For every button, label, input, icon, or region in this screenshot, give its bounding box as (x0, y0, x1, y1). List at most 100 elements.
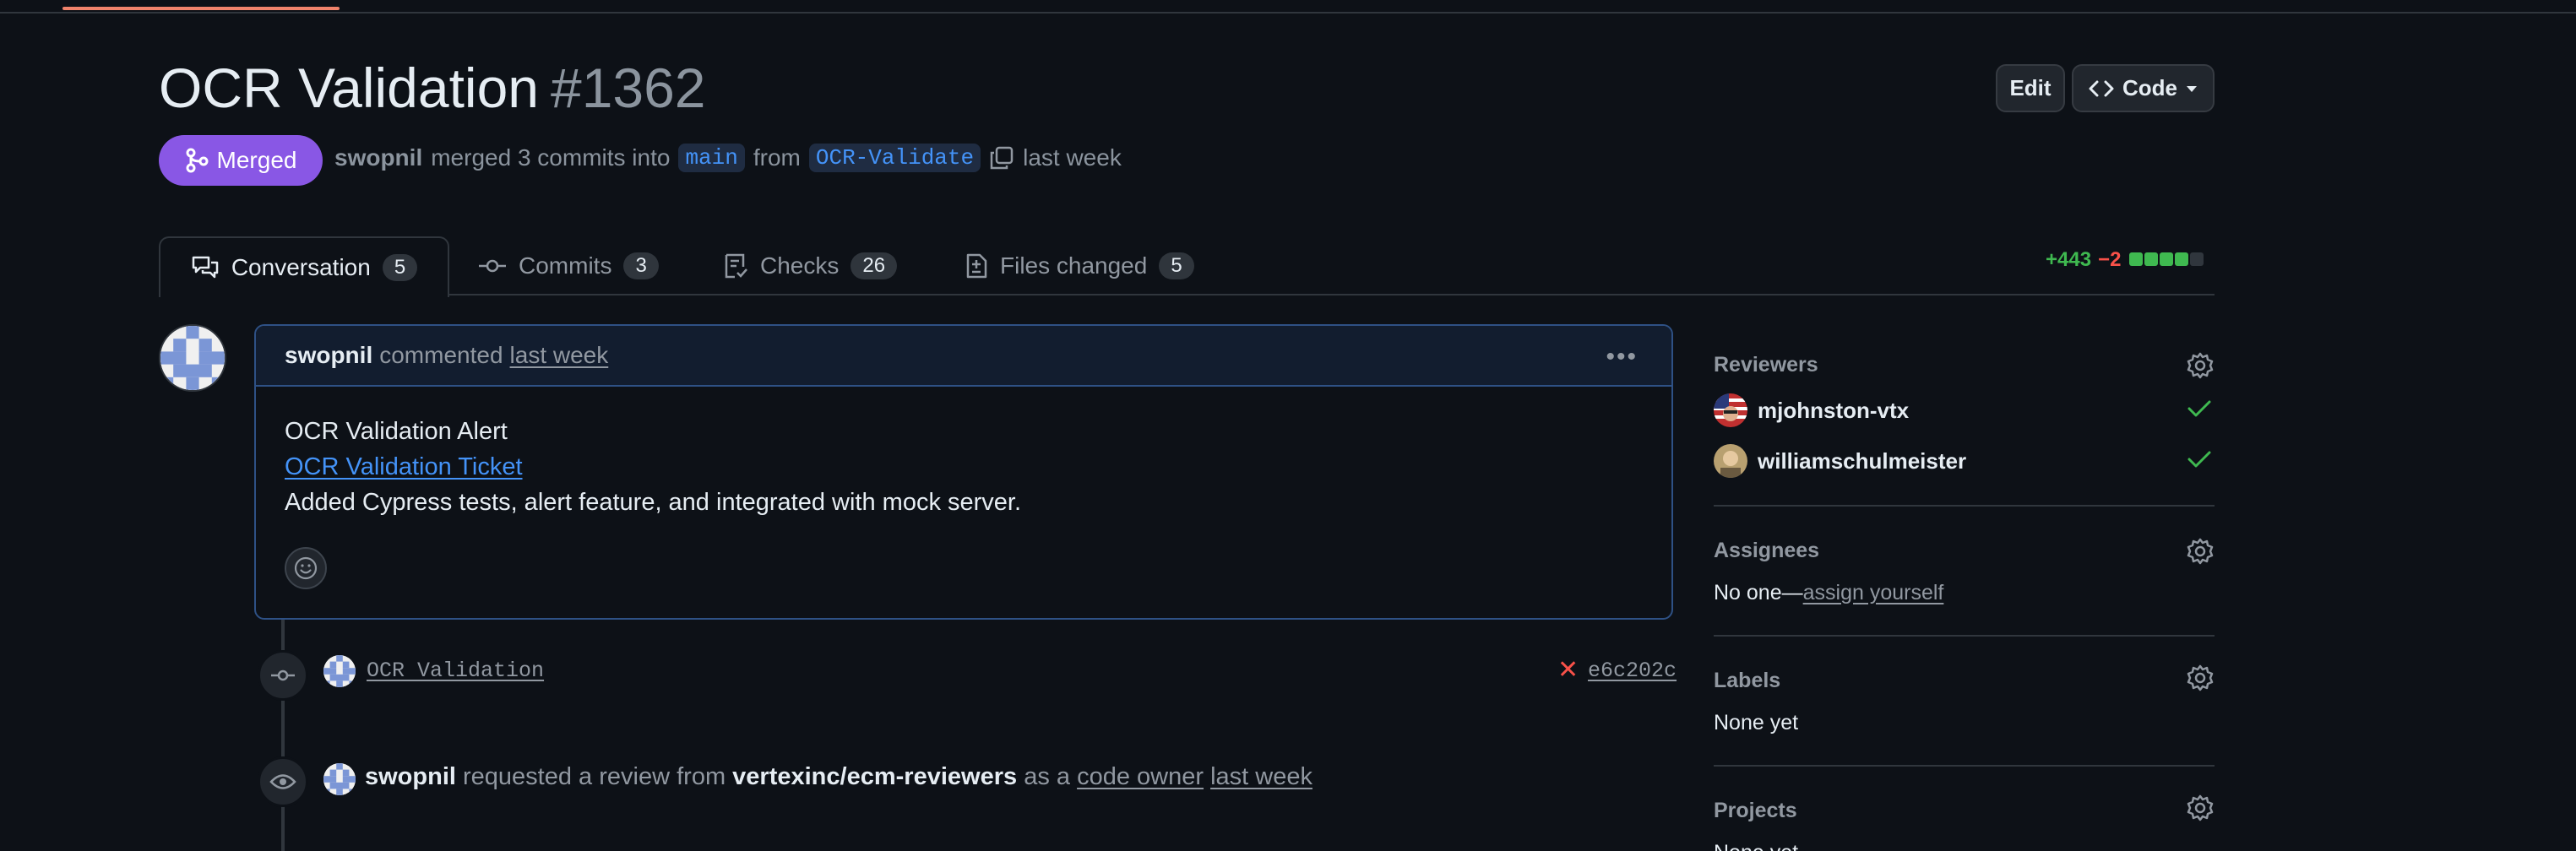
from-text: from (753, 144, 801, 171)
comment-action: commented (379, 342, 503, 368)
event-text: as a (1024, 763, 1071, 790)
requester-avatar[interactable] (323, 763, 356, 795)
sidebar-divider (1714, 765, 2215, 767)
tab-checks[interactable]: Checks 26 (723, 236, 898, 295)
tab-files-changed[interactable]: Files changed 5 (965, 236, 1194, 295)
code-button[interactable]: Code (2072, 64, 2215, 112)
commit-author-avatar[interactable] (323, 655, 356, 687)
assignees-value: No one—assign yourself (1714, 581, 1943, 605)
no-assignees-text: No one— (1714, 581, 1803, 604)
diffstat-block (2175, 252, 2189, 266)
comment-line: Added Cypress tests, alert feature, and … (285, 489, 1022, 516)
git-merge-icon (186, 148, 209, 173)
projects-value-text: None yet (1714, 841, 1798, 851)
labels-heading[interactable]: Labels (1714, 669, 1780, 693)
merge-text: merged 3 commits into (431, 144, 671, 171)
review-request-event: swopnil requested a review from vertexin… (365, 763, 1312, 791)
reviewer-item[interactable]: mjohnston-vtx (1714, 393, 1909, 427)
commit-sha-link[interactable]: e6c202c (1588, 659, 1677, 683)
gear-icon[interactable] (2186, 351, 2215, 380)
comment-header: swopnil commented last week ••• (256, 326, 1671, 387)
diffstat-block (2129, 252, 2144, 266)
avatar-image (1714, 444, 1747, 478)
eye-icon (269, 774, 296, 789)
triangle-down-icon (2187, 85, 2197, 92)
header-divider (0, 12, 2576, 14)
check-icon (2187, 451, 2211, 468)
sidebar-divider (1714, 505, 2215, 507)
labels-value: None yet (1714, 711, 1799, 734)
page-title: OCR Validation #1362 (159, 54, 706, 122)
ticket-link[interactable]: OCR Validation Ticket (285, 453, 523, 480)
reviewers-heading[interactable]: Reviewers (1714, 353, 1818, 377)
git-commit-icon (479, 259, 506, 273)
reviewer-avatar (1714, 444, 1747, 478)
gear-icon[interactable] (2186, 794, 2215, 822)
gear-icon[interactable] (2186, 664, 2215, 692)
team-link[interactable]: vertexinc/ecm-reviewers (732, 763, 1017, 790)
event-time[interactable]: last week (1210, 763, 1312, 790)
comment-author[interactable]: swopnil (285, 342, 372, 369)
checklist-icon (725, 253, 747, 279)
identicon (323, 655, 356, 687)
tab-label: Commits (519, 252, 612, 279)
event-text: requested a review from (463, 763, 726, 790)
kebab-horizontal-icon[interactable]: ••• (1606, 343, 1638, 371)
requester-link[interactable]: swopnil (365, 763, 456, 790)
projects-value: None yet (1714, 841, 1798, 851)
reviewer-name: williamschulmeister (1758, 447, 1967, 474)
x-icon[interactable]: ✕ (1557, 655, 1579, 685)
reviewer-item[interactable]: williamschulmeister (1714, 444, 1966, 478)
tab-commits[interactable]: Commits 3 (478, 236, 659, 295)
identicon (323, 763, 356, 795)
code-owner-link[interactable]: code owner (1077, 763, 1204, 790)
comment-body: OCR Validation Alert OCR Validation Tick… (256, 387, 1671, 547)
diffstat-block (2190, 252, 2204, 266)
tab-count: 3 (623, 252, 659, 279)
timeline-review-badge (258, 756, 308, 807)
reviewer-name: mjohnston-vtx (1758, 397, 1910, 423)
tab-count: 26 (851, 252, 898, 279)
edit-button-label: Edit (2009, 75, 2052, 100)
edit-button[interactable]: Edit (1996, 64, 2065, 112)
assign-yourself-link[interactable]: assign yourself (1803, 581, 1944, 604)
pr-meta: swopnil merged 3 commits into main from … (334, 144, 1122, 172)
sidebar-divider (1714, 635, 2215, 637)
file-diff-icon (966, 253, 987, 279)
head-branch[interactable]: OCR-Validate (808, 144, 981, 172)
pr-description-comment: swopnil commented last week ••• OCR Vali… (254, 324, 1673, 620)
tab-count: 5 (1159, 252, 1194, 279)
tab-label: Conversation (231, 254, 371, 280)
diffstat-block (2160, 252, 2174, 266)
tab-count: 5 (382, 254, 418, 281)
state-badge: Merged (159, 135, 323, 186)
copy-icon[interactable] (989, 145, 1014, 171)
diffstat-block (2144, 252, 2159, 266)
tab-label: Files changed (1000, 252, 1148, 279)
base-branch[interactable]: main (678, 144, 745, 172)
comment-discussion-icon (192, 256, 219, 279)
diffstat: +443 −2 (2046, 248, 2204, 272)
identicon (160, 326, 225, 390)
code-button-label: Code (2122, 75, 2177, 100)
commit-message-link[interactable]: OCR Validation (367, 659, 544, 683)
reviewer-avatar (1714, 393, 1747, 427)
comment-time[interactable]: last week (510, 342, 609, 369)
tab-conversation[interactable]: Conversation 5 (159, 236, 449, 297)
diffstat-bar (2128, 248, 2204, 272)
author-avatar[interactable] (159, 324, 226, 392)
assignees-heading[interactable]: Assignees (1714, 539, 1819, 563)
avatar-image (1714, 393, 1747, 427)
author-link[interactable]: swopnil (334, 144, 422, 171)
git-commit-icon (271, 669, 295, 681)
additions-count: +443 (2046, 248, 2092, 271)
projects-heading[interactable]: Projects (1714, 799, 1797, 823)
merge-time: last week (1023, 144, 1122, 171)
gear-icon[interactable] (2186, 537, 2215, 566)
smiley-icon (294, 556, 318, 580)
deletions-count: −2 (2098, 248, 2122, 271)
code-icon (2089, 80, 2114, 96)
add-reaction-button[interactable] (285, 547, 327, 589)
check-icon (2187, 400, 2211, 417)
pr-title: OCR Validation (159, 57, 539, 119)
